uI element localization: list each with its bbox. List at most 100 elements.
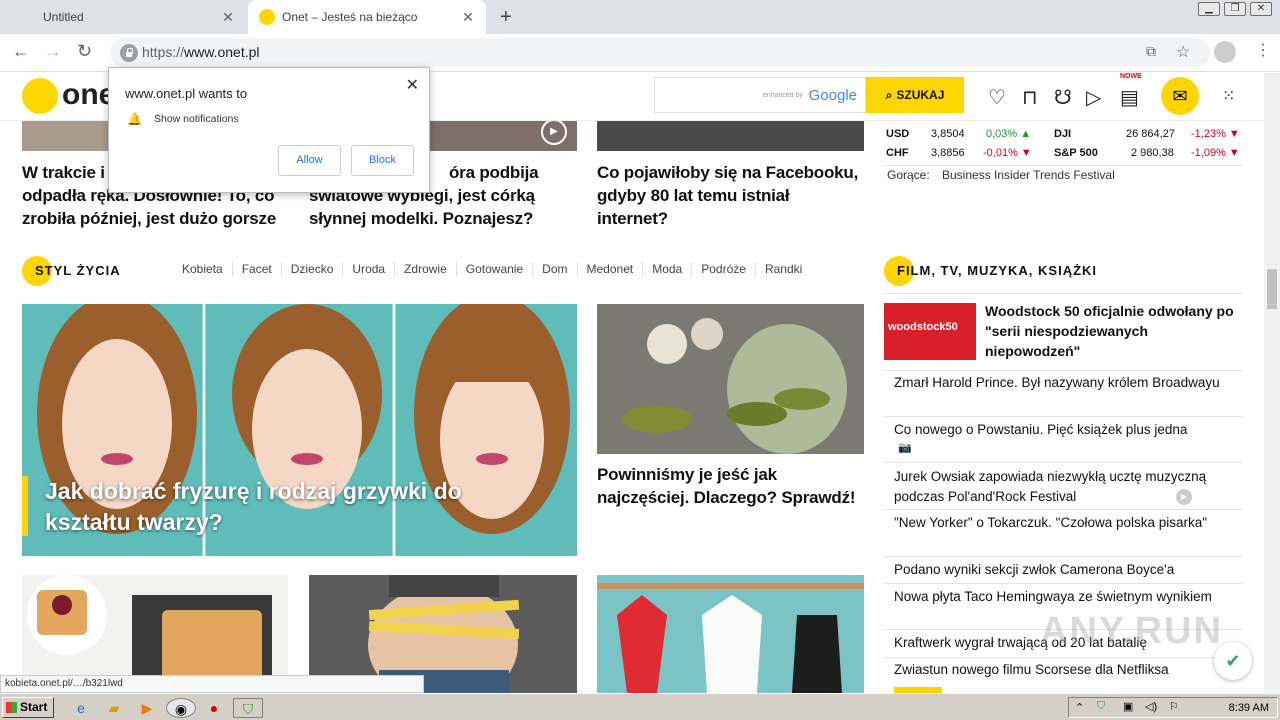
subnav-item[interactable]: Zdrowie <box>394 262 456 276</box>
block-button[interactable]: Block <box>351 145 414 176</box>
subnav-item[interactable]: Gotowanie <box>455 262 532 276</box>
close-tab-icon[interactable]: ✕ <box>460 9 476 26</box>
subnav-item[interactable]: Podróże <box>691 262 755 276</box>
section-title-styl[interactable]: STYL ŻYCIA <box>35 263 121 278</box>
subnav-item[interactable]: Uroda <box>342 262 394 276</box>
tab-bar: Untitled ✕ Onet – Jesteś na bieżąco ✕ + … <box>0 0 1280 34</box>
list-item[interactable]: Nowa płyta Taco Hemingwaya ze świetnym w… <box>894 587 1234 607</box>
lock-icon[interactable] <box>120 44 138 62</box>
play-video-icon[interactable]: ▷ <box>1086 85 1101 110</box>
window-controls: ▁ ❐ ✕ <box>1198 2 1272 16</box>
scrollbar-thumb[interactable] <box>1267 269 1277 309</box>
subnav-item[interactable]: Dziecko <box>280 262 343 276</box>
pickles-thumbnail[interactable] <box>597 304 864 454</box>
address-bar[interactable]: https://www.onet.pl ⧉ ☆ <box>110 38 1210 67</box>
tray-volume-icon[interactable]: ◁) <box>1145 700 1157 713</box>
security-shield-icon[interactable]: ⛉ <box>233 698 263 718</box>
headline-link[interactable]: Powinniśmy je jeść jak najczęściej. Dlac… <box>597 463 867 509</box>
close-icon[interactable]: ✕ <box>406 75 419 95</box>
new-tab-icon[interactable]: + <box>500 6 512 29</box>
tray-network-icon[interactable]: ▣ <box>1123 700 1133 713</box>
styl-subnav: Kobieta Facet Dziecko Uroda Zdrowie Goto… <box>182 262 811 276</box>
minimize-icon[interactable]: ▁ <box>1198 2 1220 16</box>
lead-headline[interactable]: Woodstock 50 oficjalnie odwołany po "ser… <box>985 301 1240 361</box>
finance-row[interactable]: CHF 3,8856 -0,01% ▼ S&P 500 2 980,38 -1,… <box>886 147 1240 159</box>
horoscope-icon[interactable]: ☋ <box>1054 85 1072 110</box>
heart-icon[interactable]: ♡ <box>988 85 1006 110</box>
divider <box>884 370 1242 371</box>
search-input[interactable]: enhanced by Google <box>654 77 866 113</box>
pickles-illustration <box>597 304 864 454</box>
divider <box>884 293 1242 294</box>
subnav-item[interactable]: Dom <box>532 262 576 276</box>
popup-title: www.onet.pl wants to <box>125 86 248 101</box>
start-button[interactable]: Start <box>2 697 54 718</box>
media-player-icon[interactable]: ▶ <box>136 698 158 718</box>
search-button-label: SZUKAJ <box>896 88 945 102</box>
finance-row[interactable]: USD 3,8504 0,03% ▲ DJI 26 864,27 -1,23% … <box>886 128 1240 140</box>
hero-caption[interactable]: Jak dobrać fryzurę i rodzaj grzywki do k… <box>45 476 525 538</box>
chrome-icon[interactable]: ◉ <box>166 698 196 718</box>
list-item[interactable]: Zwiastun nowego filmu Scorsese dla Netfl… <box>894 660 1234 680</box>
close-tab-icon[interactable]: ✕ <box>220 9 236 26</box>
list-item[interactable]: "New Yorker" o Tokarczuk. "Czołowa polsk… <box>894 513 1234 533</box>
back-icon[interactable]: ← <box>12 41 30 62</box>
forward-icon[interactable]: → <box>44 41 62 62</box>
list-item[interactable]: Zmarł Harold Prince. Był nazywany królem… <box>894 373 1234 393</box>
hero-accent-bar <box>22 476 28 536</box>
article-thumbnail[interactable] <box>597 121 864 151</box>
menu-kebab-icon[interactable]: ⋮ <box>1255 40 1271 60</box>
tab-title: Onet – Jesteś na bieżąco <box>282 10 418 24</box>
allow-button[interactable]: Allow <box>278 145 341 176</box>
subnav-item[interactable]: Medonet <box>576 262 643 276</box>
list-item[interactable]: Podano wyniki sekcji zwłok Camerona Boyc… <box>894 560 1234 580</box>
mail-icon[interactable]: ✉ <box>1161 77 1199 115</box>
hero-article[interactable]: Jak dobrać fryzurę i rodzaj grzywki do k… <box>22 304 577 556</box>
subnav-item[interactable]: Moda <box>642 262 691 276</box>
tab-onet[interactable]: Onet – Jesteś na bieżąco ✕ <box>248 0 486 34</box>
divider <box>884 462 1242 463</box>
clothes-illustration <box>597 583 864 693</box>
opera-icon[interactable]: ● <box>203 698 225 718</box>
tray-flag-icon[interactable]: ⚐ <box>1169 700 1179 713</box>
play-video-icon[interactable]: ▶ <box>541 121 567 145</box>
subnav-item[interactable]: Kobieta <box>182 262 232 276</box>
onet-favicon-icon <box>259 9 275 25</box>
id-card-icon[interactable]: ▤ <box>1120 85 1139 110</box>
apps-grid-icon[interactable]: ⁙ <box>1222 86 1235 106</box>
notification-permission-popup: www.onet.pl wants to ✕ 🔔 Show notificati… <box>108 67 430 193</box>
restore-icon[interactable]: ❐ <box>1224 2 1246 16</box>
translate-icon[interactable]: ⧉ <box>1146 43 1156 60</box>
shield-check-icon[interactable]: ✔ <box>1214 642 1252 680</box>
subnav-item[interactable]: Facet <box>231 262 281 276</box>
woodstock-thumbnail[interactable]: woodstock50 <box>884 303 976 360</box>
ie-icon[interactable]: e <box>70 698 92 718</box>
bookmark-star-icon[interactable]: ☆ <box>1176 42 1190 62</box>
tab-untitled[interactable]: Untitled ✕ <box>0 0 246 34</box>
headline-link[interactable]: Co pojawiłoby się na Facebooku, gdyby 80 … <box>597 161 867 230</box>
tab-title: Untitled <box>43 10 84 24</box>
popup-text: Show notifications <box>154 113 239 125</box>
profile-avatar-icon[interactable] <box>1214 41 1236 63</box>
screen: Untitled ✕ Onet – Jesteś na bieżąco ✕ + … <box>0 0 1280 720</box>
divider <box>884 165 1242 166</box>
divider <box>884 556 1242 557</box>
hot-link[interactable]: Business Insider Trends Festival <box>942 168 1115 182</box>
page-scrollbar[interactable] <box>1264 73 1280 693</box>
shopping-bag-icon[interactable]: ⊓ <box>1022 85 1038 110</box>
list-item[interactable]: Co nowego o Powstaniu. Pięć książek plus… <box>894 420 1234 440</box>
folder-icon[interactable]: ▰ <box>103 698 125 718</box>
hot-label: Gorące: <box>887 168 930 182</box>
search-enhanced-label: enhanced by <box>762 92 803 99</box>
tray-shield-icon[interactable]: ⛉ <box>1097 700 1105 713</box>
tray-arrow-icon[interactable]: ⌃ <box>1075 701 1084 714</box>
clothes-thumbnail[interactable] <box>597 575 864 693</box>
close-window-icon[interactable]: ✕ <box>1250 2 1272 16</box>
reload-icon[interactable]: ↻ <box>77 41 92 62</box>
search-button[interactable]: ⌕ SZUKAJ <box>866 77 964 113</box>
onet-logo-icon[interactable] <box>22 78 58 114</box>
subnav-item[interactable]: Randki <box>754 262 811 276</box>
bell-icon: 🔔 <box>127 112 142 126</box>
section-title-film[interactable]: FILM, TV, MUZYKA, KSIĄŻKI <box>897 263 1097 278</box>
url-text: https://www.onet.pl <box>142 44 260 60</box>
